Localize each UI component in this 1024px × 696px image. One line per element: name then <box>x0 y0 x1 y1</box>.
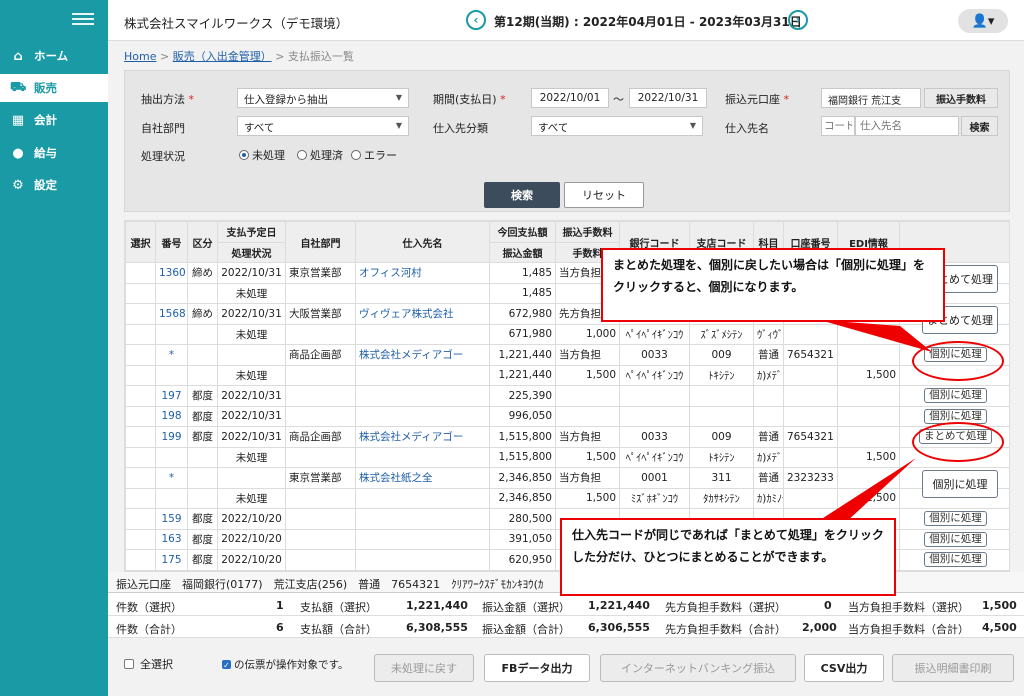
highlight-ring <box>912 422 1004 462</box>
callout-pointer <box>820 458 916 522</box>
callout-pointer <box>820 320 932 352</box>
callout-merge: 仕入先コードが同じであれば「まとめて処理」をクリックした分だけ、ひとつにまとめる… <box>560 518 896 596</box>
callout-separate: まとめた処理を、個別に戻したい場合は「個別に処理」をクリックすると、個別になりま… <box>601 248 945 322</box>
highlight-ring <box>912 341 1004 381</box>
